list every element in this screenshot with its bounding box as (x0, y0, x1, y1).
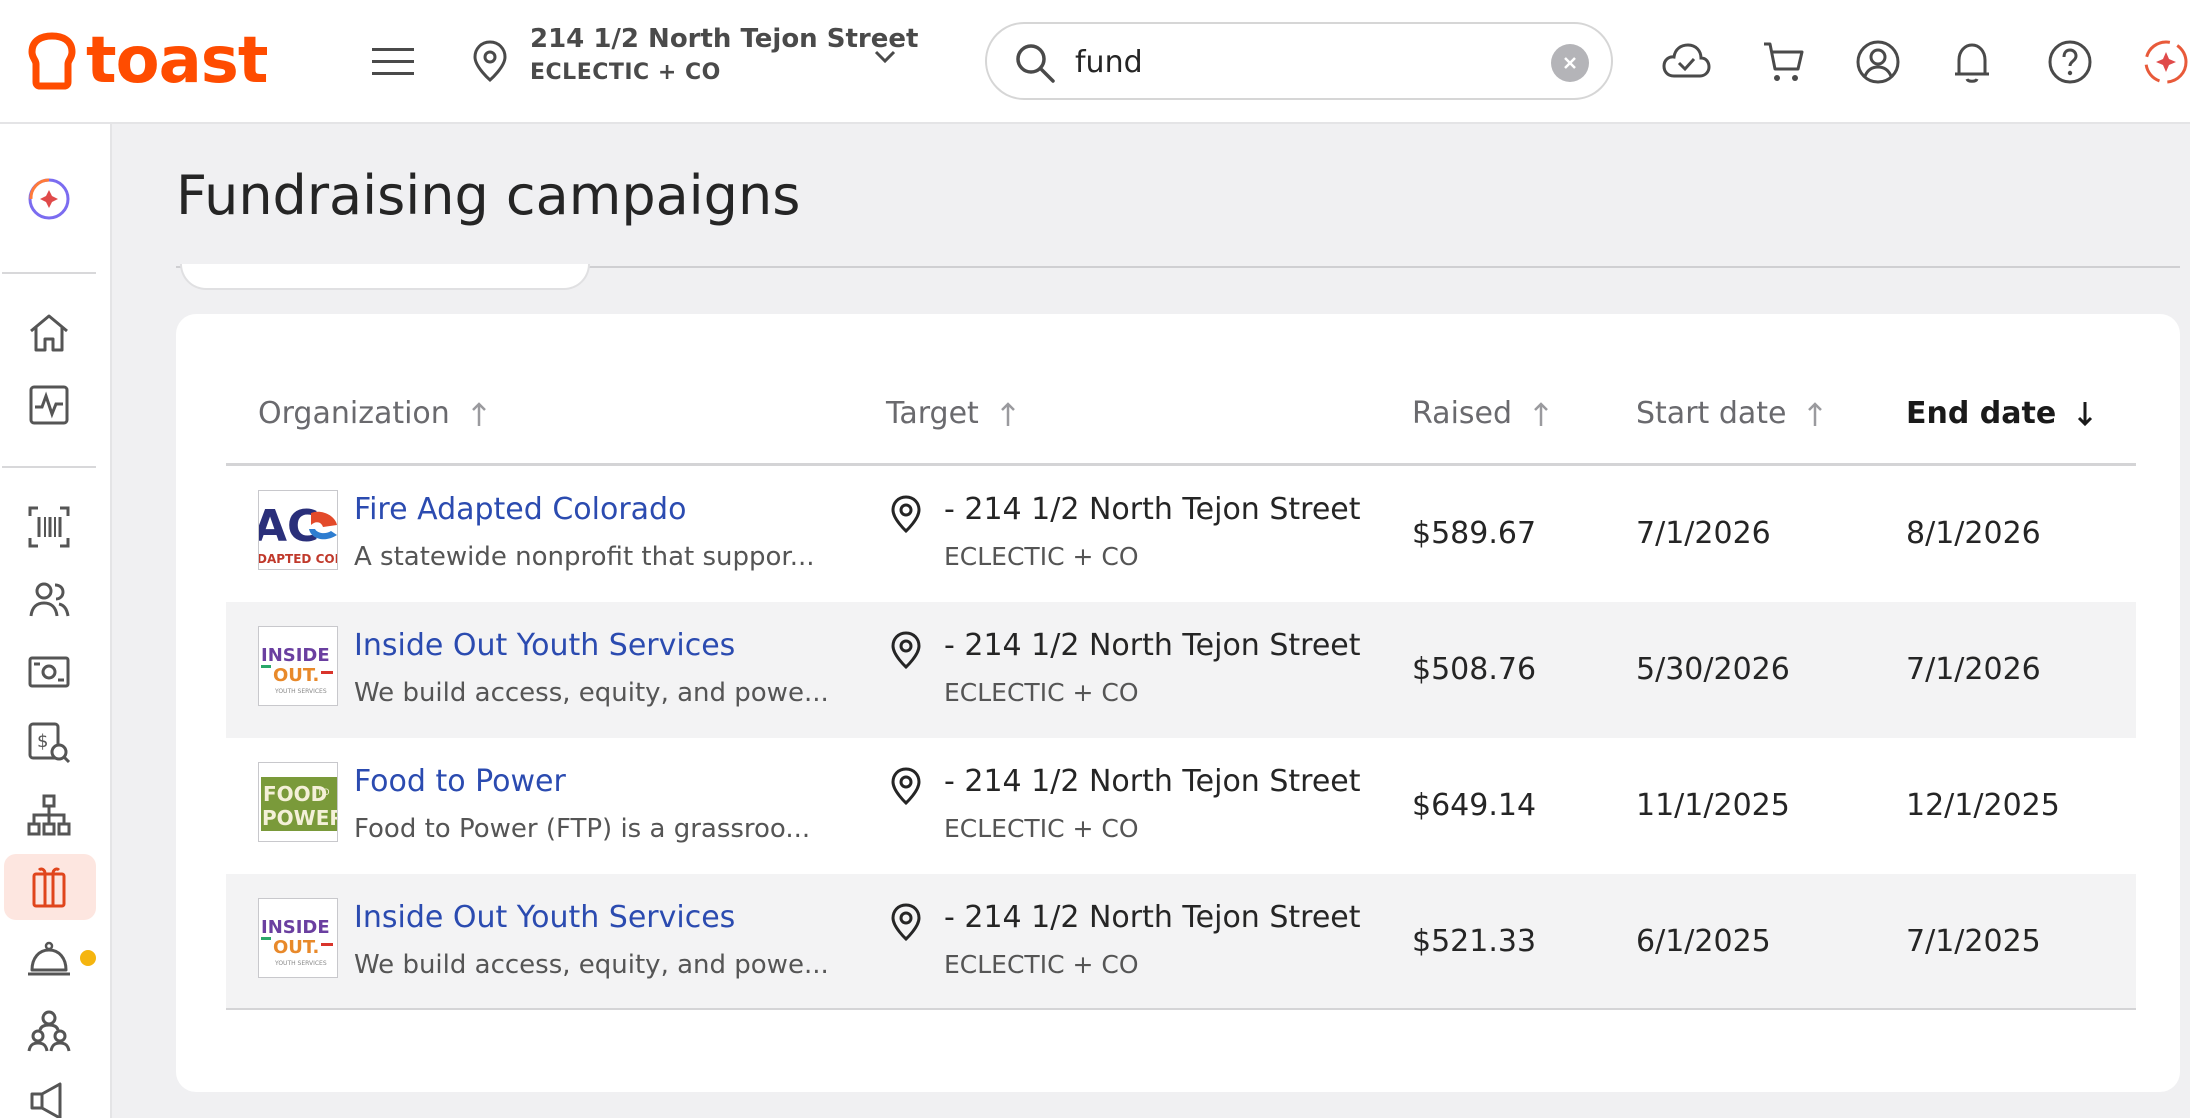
team-icon[interactable] (26, 1008, 72, 1054)
sync-cloud-icon[interactable] (1660, 36, 1712, 88)
page-title: Fundraising campaigns (176, 164, 801, 227)
org-name-link[interactable]: Fire Adapted Colorado (354, 492, 686, 527)
table-row[interactable]: INSIDE OUT. YOUTH SERVICES Inside Out Yo… (226, 874, 2136, 1010)
payroll-icon[interactable]: $ (26, 720, 72, 766)
org-description: A statewide nonprofit that suppor... (354, 542, 815, 572)
ai-assistant-icon[interactable] (2140, 36, 2190, 88)
org-description: We build access, equity, and powe... (354, 678, 829, 708)
table-header: Organization Target Raised Start date En… (226, 370, 2136, 466)
location-pin-icon (891, 903, 921, 942)
column-header-target[interactable]: Target (886, 396, 1017, 431)
sidebar: $ (0, 124, 112, 1118)
sort-arrow-down-icon (2078, 401, 2093, 426)
reports-icon[interactable] (26, 382, 72, 428)
sort-arrow-up-icon (1000, 401, 1015, 426)
target-restaurant: ECLECTIC + CO (944, 950, 1139, 979)
end-date: 8/1/2026 (1906, 516, 2041, 551)
table-row[interactable]: INSIDE OUT. YOUTH SERVICES Inside Out Yo… (226, 602, 2136, 738)
campaigns-card: Organization Target Raised Start date En… (176, 314, 2180, 1092)
org-description: Food to Power (FTP) is a grassroo... (354, 814, 811, 844)
org-logo-fire-adapted-colorado: AC DAPTED COL (258, 490, 338, 570)
location-pin-icon (891, 631, 921, 670)
help-icon[interactable] (2044, 36, 2096, 88)
org-name-link[interactable]: Food to Power (354, 764, 566, 799)
column-header-organization[interactable]: Organization (258, 396, 488, 431)
target-restaurant: ECLECTIC + CO (944, 814, 1139, 843)
sort-arrow-up-icon (1534, 401, 1548, 426)
org-logo-inside-out-youth-services: INSIDE OUT. YOUTH SERVICES (258, 626, 338, 706)
org-chart-icon[interactable] (26, 792, 72, 838)
end-date: 12/1/2025 (1906, 788, 2060, 823)
svg-text:YOUTH SERVICES: YOUTH SERVICES (274, 688, 327, 695)
target-restaurant: ECLECTIC + CO (944, 542, 1139, 571)
target-location: - 214 1/2 North Tejon Street (944, 764, 1361, 799)
column-label: Target (886, 396, 979, 431)
sidebar-divider (2, 466, 96, 468)
filter-tab-partial[interactable] (180, 264, 590, 290)
svg-text:INSIDE: INSIDE (261, 917, 330, 938)
svg-text:YOUTH SERVICES: YOUTH SERVICES (274, 960, 327, 967)
location-pin-icon (891, 767, 921, 806)
svg-text:$: $ (37, 731, 48, 752)
marketing-icon[interactable] (26, 1080, 72, 1118)
table-row[interactable]: AC DAPTED COL Fire Adapted Colorado A st… (226, 466, 2136, 602)
sort-arrow-up-icon (1808, 401, 1823, 426)
service-bell-icon[interactable] (26, 936, 72, 982)
target-restaurant: ECLECTIC + CO (944, 678, 1139, 707)
end-date: 7/1/2026 (1906, 652, 2041, 687)
svg-text:OUT.: OUT. (273, 665, 319, 686)
svg-text:INSIDE: INSIDE (261, 645, 330, 666)
raised-amount: $649.14 (1412, 788, 1537, 823)
org-logo-food-to-power: FOOD TO POWER (258, 762, 338, 842)
svg-text:TO: TO (316, 788, 330, 798)
svg-text:DAPTED COL: DAPTED COL (259, 552, 338, 566)
campaigns-table: Organization Target Raised Start date En… (226, 370, 2136, 1010)
sort-arrow-up-icon (471, 401, 486, 426)
top-bar: toast 214 1/2 North Tejon Street ECLECTI… (0, 0, 2190, 124)
raised-amount: $521.33 (1412, 924, 1537, 959)
guests-icon[interactable] (26, 576, 72, 622)
target-location: - 214 1/2 North Tejon Street (944, 628, 1361, 663)
header-actions (0, 36, 2190, 86)
svg-text:OUT.: OUT. (273, 937, 319, 958)
cart-icon[interactable] (1758, 36, 1810, 88)
account-icon[interactable] (1852, 36, 1904, 88)
start-date: 6/1/2025 (1636, 924, 1771, 959)
org-name-link[interactable]: Inside Out Youth Services (354, 628, 735, 663)
table-row[interactable]: FOOD TO POWER Food to Power Food to Powe… (226, 738, 2136, 874)
ai-assistant-icon[interactable] (26, 176, 72, 222)
raised-amount: $508.76 (1412, 652, 1537, 687)
org-description: We build access, equity, and powe... (354, 950, 829, 980)
menu-scan-icon[interactable] (26, 504, 72, 550)
column-label: Raised (1412, 396, 1513, 431)
org-name-link[interactable]: Inside Out Youth Services (354, 900, 735, 935)
target-location: - 214 1/2 North Tejon Street (944, 492, 1361, 527)
column-header-end-date[interactable]: End date (1906, 396, 2094, 431)
org-logo-inside-out-youth-services: INSIDE OUT. YOUTH SERVICES (258, 898, 338, 978)
payments-icon[interactable] (26, 648, 72, 694)
svg-text:AC: AC (259, 501, 319, 552)
target-location: - 214 1/2 North Tejon Street (944, 900, 1361, 935)
column-header-start-date[interactable]: Start date (1636, 396, 1824, 431)
column-label: Organization (258, 396, 450, 431)
start-date: 5/30/2026 (1636, 652, 1790, 687)
raised-amount: $589.67 (1412, 516, 1537, 551)
start-date: 11/1/2025 (1636, 788, 1790, 823)
column-label: End date (1906, 396, 2057, 431)
home-icon[interactable] (26, 310, 72, 356)
end-date: 7/1/2025 (1906, 924, 2041, 959)
notifications-icon[interactable] (1946, 36, 1998, 88)
column-header-raised[interactable]: Raised (1412, 396, 1550, 431)
column-label: Start date (1636, 396, 1787, 431)
svg-text:POWER: POWER (262, 806, 338, 830)
location-pin-icon (891, 495, 921, 534)
start-date: 7/1/2026 (1636, 516, 1771, 551)
notification-dot (80, 950, 96, 966)
gift-card-icon[interactable] (26, 864, 72, 910)
sidebar-divider (2, 272, 96, 274)
